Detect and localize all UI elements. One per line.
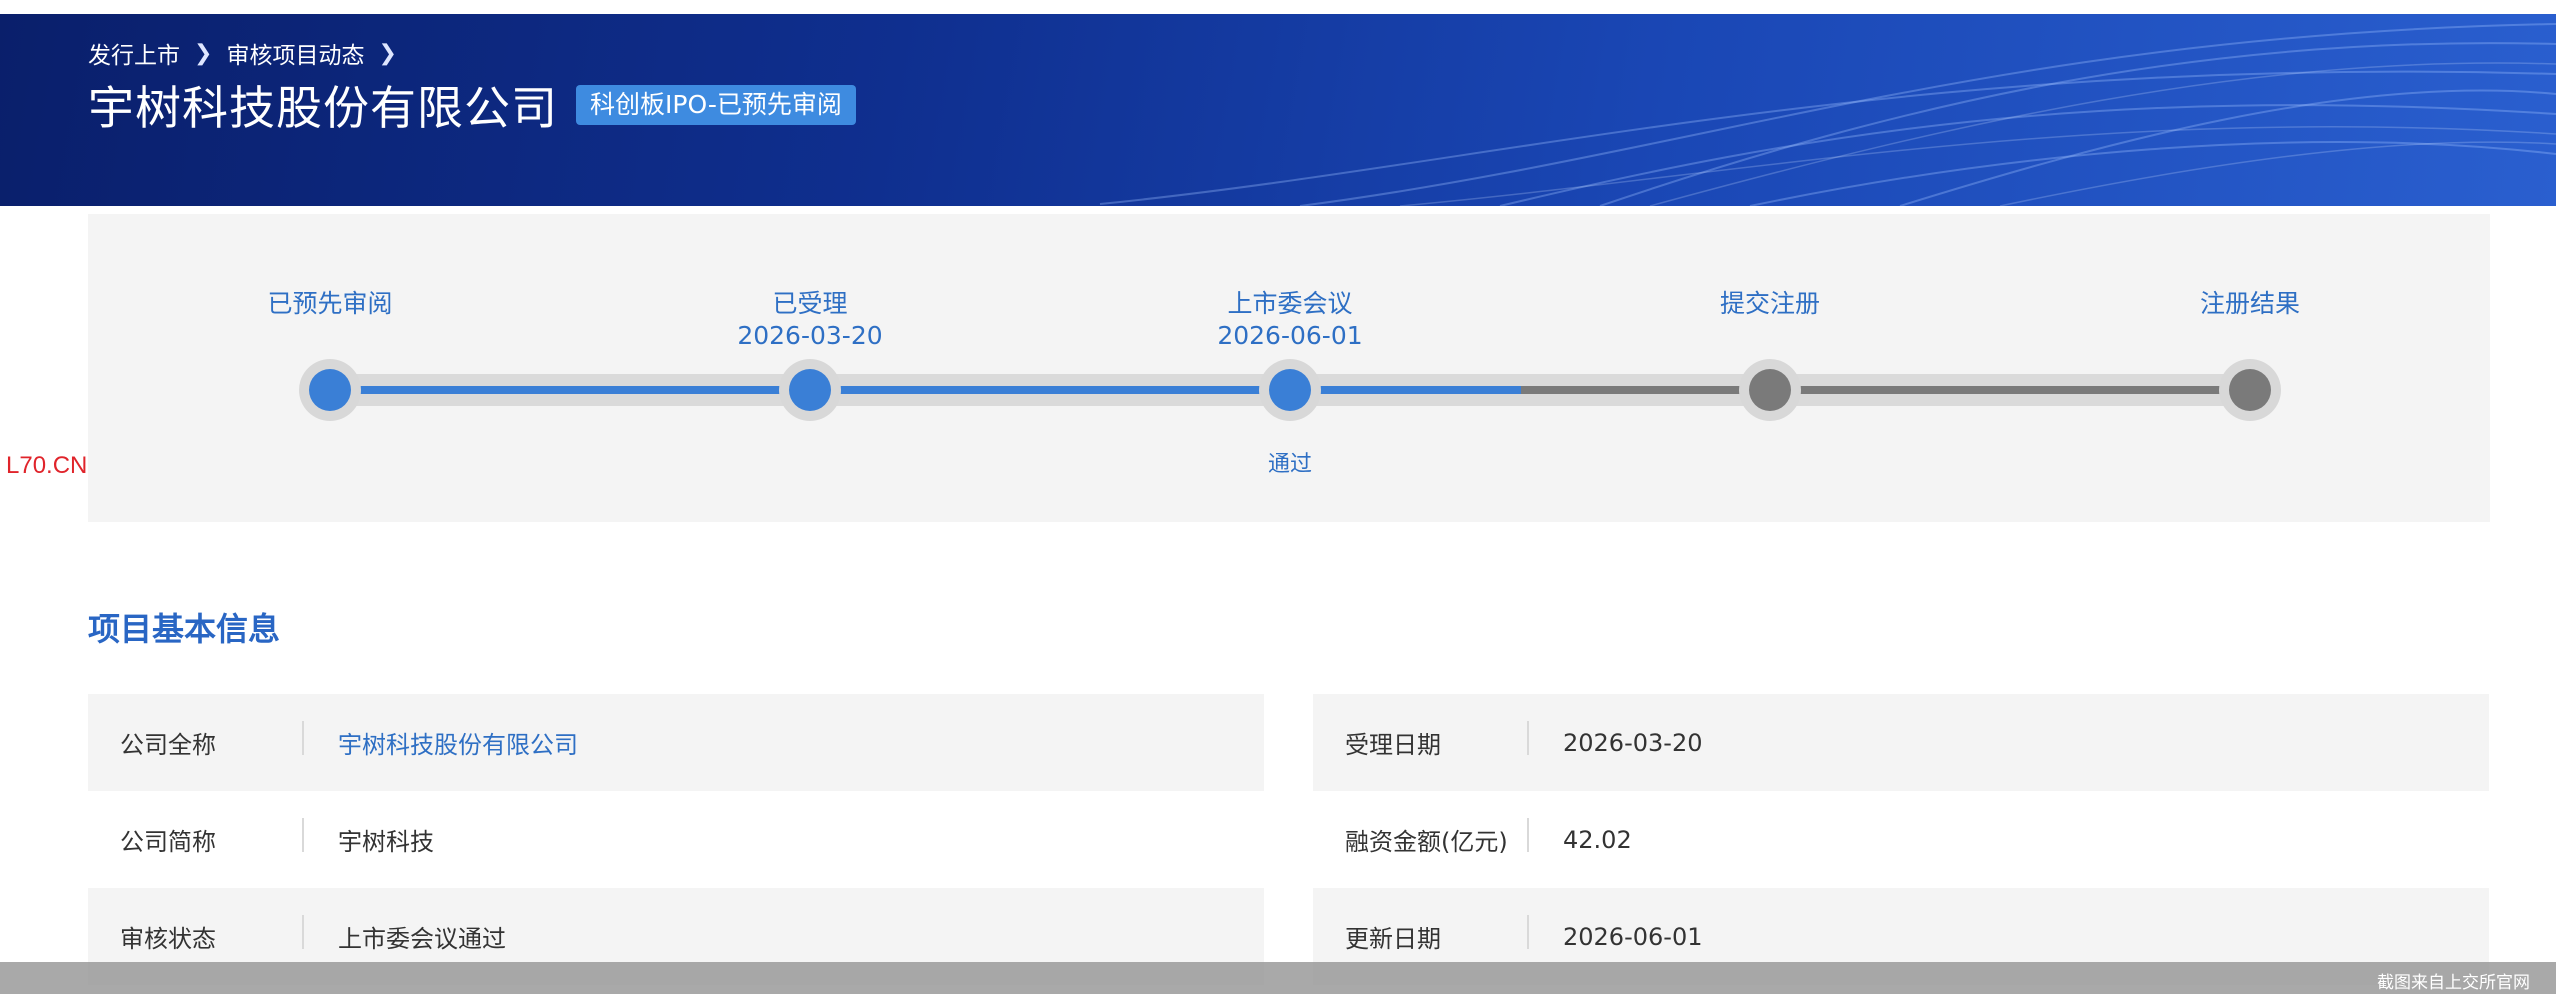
step-date: 2026-06-01 (1217, 321, 1363, 350)
step-label-pre-review: 已预先审阅 (200, 288, 460, 320)
breadcrumb-item-ipo[interactable]: 发行上市 (88, 36, 180, 70)
step-label-submit-registration: 提交注册 (1640, 288, 1900, 320)
source-note-bar: 截图来自上交所官网 (0, 962, 2556, 994)
info-key: 融资金额(亿元) (1313, 818, 1529, 857)
step-label-accepted: 已受理 2026-03-20 (680, 288, 940, 352)
step-node-submit-registration (1739, 359, 1801, 421)
status-badge: 科创板IPO-已预先审阅 (576, 85, 856, 125)
title-row: 宇树科技股份有限公司 科创板IPO-已预先审阅 (88, 72, 856, 138)
step-label-listing-committee: 上市委会议 2026-06-01 (1160, 288, 1420, 352)
company-full-name-link[interactable]: 宇树科技股份有限公司 (304, 725, 578, 760)
breadcrumb: 发行上市 ❯ 审核项目动态 ❯ (88, 36, 397, 70)
info-key: 审核状态 (88, 915, 304, 954)
step-name: 注册结果 (2199, 289, 2300, 318)
info-value: 2026-03-20 (1563, 728, 1703, 757)
step-name: 提交注册 (1719, 289, 1820, 318)
step-result-passed: 通过 (1267, 452, 1312, 477)
step-name: 已预先审阅 (267, 289, 393, 318)
info-key: 更新日期 (1313, 915, 1529, 954)
step-node-pre-review (299, 359, 361, 421)
chevron-right-icon: ❯ (194, 40, 213, 66)
step-name: 已受理 (772, 289, 848, 318)
top-strip (0, 0, 2556, 14)
info-value: 42.02 (1563, 825, 1632, 854)
info-key: 公司简称 (88, 818, 304, 857)
step-name: 上市委会议 (1227, 289, 1353, 318)
info-table-right: 受理日期 2026-03-20 融资金额(亿元) 42.02 更新日期 2026… (1313, 694, 2489, 985)
info-row: 融资金额(亿元) 42.02 (1313, 791, 2489, 888)
info-value: 2026-06-01 (1563, 922, 1703, 951)
step-node-listing-committee (1259, 359, 1321, 421)
info-value: 宇树科技 (338, 828, 434, 856)
info-key: 公司全称 (88, 721, 304, 760)
chevron-right-icon: ❯ (378, 40, 397, 66)
source-note: 截图来自上交所官网 (2377, 973, 2530, 993)
info-row: 受理日期 2026-03-20 (1313, 694, 2489, 791)
breadcrumb-item-review-status[interactable]: 审核项目动态 (226, 36, 364, 70)
info-row: 公司全称 宇树科技股份有限公司 (88, 694, 1264, 791)
progress-panel: 已预先审阅 已受理 2026-03-20 上市委会议 2026-06-01 提交… (88, 214, 2490, 522)
info-table-left: 公司全称 宇树科技股份有限公司 公司简称 宇树科技 审核状态 上市委会议通过 (88, 694, 1264, 985)
step-label-registration-result: 注册结果 (2120, 288, 2380, 320)
info-value: 上市委会议通过 (338, 925, 506, 953)
info-row: 公司简称 宇树科技 (88, 791, 1264, 888)
progress-track-pending (1521, 386, 2248, 394)
section-title-basic-info: 项目基本信息 (88, 610, 281, 648)
step-date: 2026-03-20 (737, 321, 883, 350)
page-banner: 发行上市 ❯ 审核项目动态 ❯ 宇树科技股份有限公司 科创板IPO-已预先审阅 (0, 14, 2556, 206)
watermark-text: L70.CN (6, 452, 88, 479)
page-title: 宇树科技股份有限公司 (88, 81, 558, 135)
progress-track-complete (328, 386, 1521, 394)
info-key: 受理日期 (1313, 721, 1529, 760)
step-node-registration-result (2219, 359, 2281, 421)
step-node-accepted (779, 359, 841, 421)
